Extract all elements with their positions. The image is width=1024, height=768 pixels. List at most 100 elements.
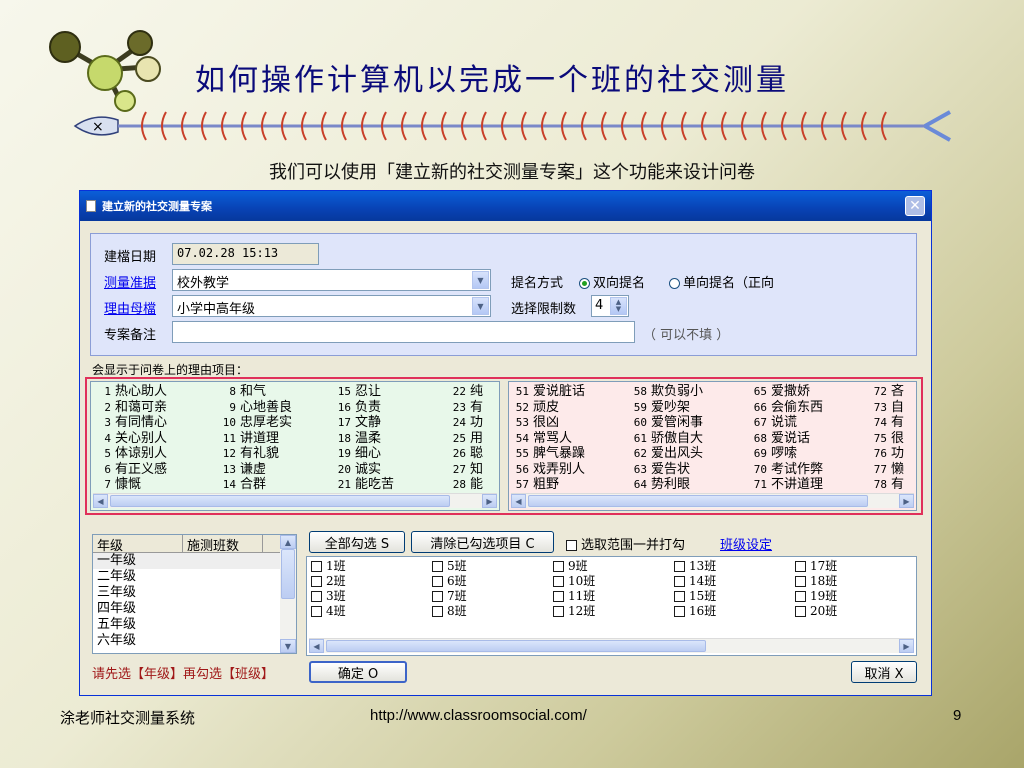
reason-item[interactable]: 73 自: [867, 400, 904, 416]
reason-item[interactable]: 26 聪: [446, 446, 483, 462]
class-checkbox-item[interactable]: 12班: [553, 604, 595, 619]
reason-item[interactable]: 28 能: [446, 477, 483, 493]
reason-item[interactable]: 17 文静: [331, 415, 394, 431]
checkbox-icon[interactable]: [311, 576, 322, 587]
reason-item[interactable]: 78 有: [867, 477, 904, 493]
grade-row[interactable]: 六年级: [93, 633, 296, 649]
scroll-down-icon[interactable]: ▼: [280, 639, 296, 653]
checkbox-icon[interactable]: [432, 576, 443, 587]
class-checklist[interactable]: 1班 2班 3班 4班 5班 6班 7班 8班 9班 10班 11班 12班 13班 14班 15班 16班 1…: [306, 556, 917, 656]
checkbox-icon[interactable]: [553, 591, 564, 602]
reason-item[interactable]: 5 体谅别人: [91, 446, 167, 462]
reason-item[interactable]: 16 负责: [331, 400, 394, 416]
reason-pool-select[interactable]: 小学中高年级 ▼: [172, 295, 491, 317]
reason-item[interactable]: 19 细心: [331, 446, 394, 462]
class-checkbox-item[interactable]: 5班: [432, 559, 467, 574]
checkbox-icon[interactable]: [432, 561, 443, 572]
reason-item[interactable]: 23 有: [446, 400, 483, 416]
reason-item[interactable]: 9 心地善良: [216, 400, 292, 416]
radio-unselected-icon[interactable]: [669, 278, 680, 289]
ok-button[interactable]: 确定 O: [309, 661, 407, 683]
checkbox-icon[interactable]: [674, 591, 685, 602]
reason-item[interactable]: 54 常骂人: [509, 431, 585, 447]
reason-item[interactable]: 68 爱说话: [747, 431, 823, 447]
class-checkbox-item[interactable]: 13班: [674, 559, 716, 574]
class-checkbox-item[interactable]: 17班: [795, 559, 837, 574]
reason-item[interactable]: 6 有正义感: [91, 462, 167, 478]
reason-item[interactable]: 59 爱吵架: [627, 400, 703, 416]
cancel-button[interactable]: 取消 X: [851, 661, 917, 683]
class-checkbox-item[interactable]: 11班: [553, 589, 595, 604]
scroll-left-icon[interactable]: ◀: [309, 639, 324, 653]
reason-item[interactable]: 56 戏弄别人: [509, 462, 585, 478]
reason-item[interactable]: 74 有: [867, 415, 904, 431]
class-checkbox-item[interactable]: 6班: [432, 574, 467, 589]
class-checkbox-item[interactable]: 3班: [311, 589, 346, 604]
reason-item[interactable]: 22 纯: [446, 384, 483, 400]
checkbox-icon[interactable]: [795, 606, 806, 617]
reason-item[interactable]: 61 骄傲自大: [627, 431, 703, 447]
class-checkbox-item[interactable]: 15班: [674, 589, 716, 604]
scroll-right-icon[interactable]: ▶: [482, 494, 497, 508]
reason-item[interactable]: 75 很: [867, 431, 904, 447]
checkbox-icon[interactable]: [795, 576, 806, 587]
class-checkbox-item[interactable]: 1班: [311, 559, 346, 574]
reason-item[interactable]: 60 爱管闲事: [627, 415, 703, 431]
checkbox-icon[interactable]: [311, 606, 322, 617]
class-settings-link[interactable]: 班级设定: [720, 534, 772, 553]
class-checkbox-item[interactable]: 14班: [674, 574, 716, 589]
reason-item[interactable]: 65 爱撒娇: [747, 384, 823, 400]
scroll-right-icon[interactable]: ▶: [899, 494, 914, 508]
reason-item[interactable]: 8 和气: [216, 384, 292, 400]
reason-item[interactable]: 71 不讲道理: [747, 477, 823, 493]
checkbox-icon[interactable]: [311, 561, 322, 572]
class-checkbox-item[interactable]: 9班: [553, 559, 595, 574]
horizontal-scrollbar[interactable]: ◀ ▶: [309, 638, 914, 653]
checkbox-icon[interactable]: [566, 540, 577, 551]
checkbox-icon[interactable]: [432, 591, 443, 602]
limit-stepper[interactable]: 4 ▲ ▼: [591, 295, 629, 317]
reason-item[interactable]: 55 脾气暴躁: [509, 446, 585, 462]
reason-item[interactable]: 10 忠厚老实: [216, 415, 292, 431]
scroll-left-icon[interactable]: ◀: [93, 494, 108, 508]
reason-item[interactable]: 4 关心别人: [91, 431, 167, 447]
reason-item[interactable]: 52 顽皮: [509, 400, 585, 416]
class-checkbox-item[interactable]: 19班: [795, 589, 837, 604]
positive-reasons-list[interactable]: 1 热心助人 2 和蔼可亲 3 有同情心 4 关心别人 5 体谅别人 6 有正义感 7 慷慨 8 和气 9 心地善…: [90, 381, 500, 511]
grade-table[interactable]: 年级 施测班数 一年级 二年级 三年级 四年级 五年级 六年级 ▲ ▼: [92, 534, 297, 654]
class-checkbox-item[interactable]: 2班: [311, 574, 346, 589]
checkbox-icon[interactable]: [674, 561, 685, 572]
grade-row[interactable]: 一年级: [93, 553, 296, 569]
grade-row[interactable]: 三年级: [93, 585, 296, 601]
classes-column-header[interactable]: 施测班数: [183, 535, 263, 554]
reason-item[interactable]: 66 会偷东西: [747, 400, 823, 416]
checkbox-icon[interactable]: [432, 606, 443, 617]
class-checkbox-item[interactable]: 8班: [432, 604, 467, 619]
reason-item[interactable]: 77 懒: [867, 462, 904, 478]
reason-item[interactable]: 1 热心助人: [91, 384, 167, 400]
checkbox-icon[interactable]: [553, 576, 564, 587]
reason-item[interactable]: 13 谦虚: [216, 462, 292, 478]
close-button[interactable]: ✕: [905, 196, 925, 216]
chevron-down-icon[interactable]: ▼: [472, 271, 489, 289]
criterion-select[interactable]: 校外教学 ▼: [172, 269, 491, 291]
spinner-icon[interactable]: ▲ ▼: [610, 297, 627, 315]
notes-input[interactable]: [172, 321, 635, 343]
scroll-thumb[interactable]: [326, 640, 706, 652]
reason-item[interactable]: 69 啰嗦: [747, 446, 823, 462]
checkbox-icon[interactable]: [553, 561, 564, 572]
checkbox-icon[interactable]: [674, 576, 685, 587]
reason-item[interactable]: 51 爱说脏话: [509, 384, 585, 400]
reason-item[interactable]: 62 爱出风头: [627, 446, 703, 462]
radio-selected-icon[interactable]: [579, 278, 590, 289]
reason-item[interactable]: 15 忍让: [331, 384, 394, 400]
grade-column-header[interactable]: 年级: [93, 535, 183, 554]
reason-item[interactable]: 12 有礼貌: [216, 446, 292, 462]
reason-item[interactable]: 7 慷慨: [91, 477, 167, 493]
grade-row[interactable]: 二年级: [93, 569, 296, 585]
scroll-up-icon[interactable]: ▲: [280, 535, 296, 549]
reason-item[interactable]: 63 爱告状: [627, 462, 703, 478]
reason-pool-link[interactable]: 理由母檔: [104, 298, 156, 317]
footer-url[interactable]: http://www.classroomsocial.com/: [370, 707, 587, 724]
reason-item[interactable]: 27 知: [446, 462, 483, 478]
